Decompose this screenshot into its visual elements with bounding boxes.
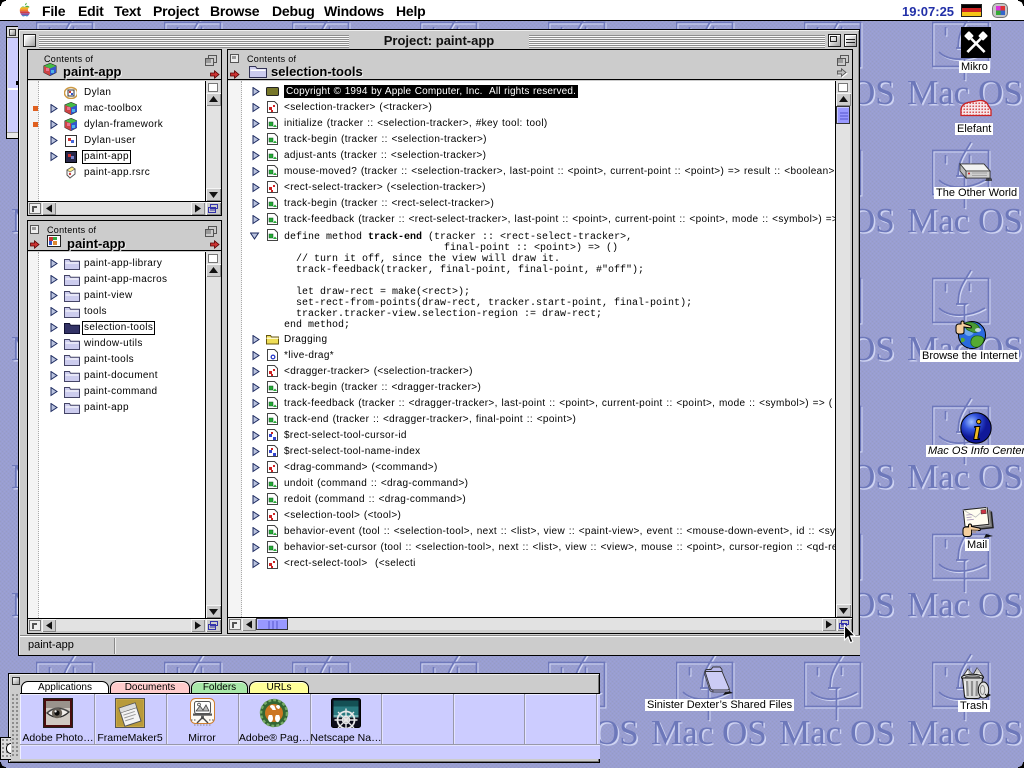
svg-text:i: i [973,415,981,445]
